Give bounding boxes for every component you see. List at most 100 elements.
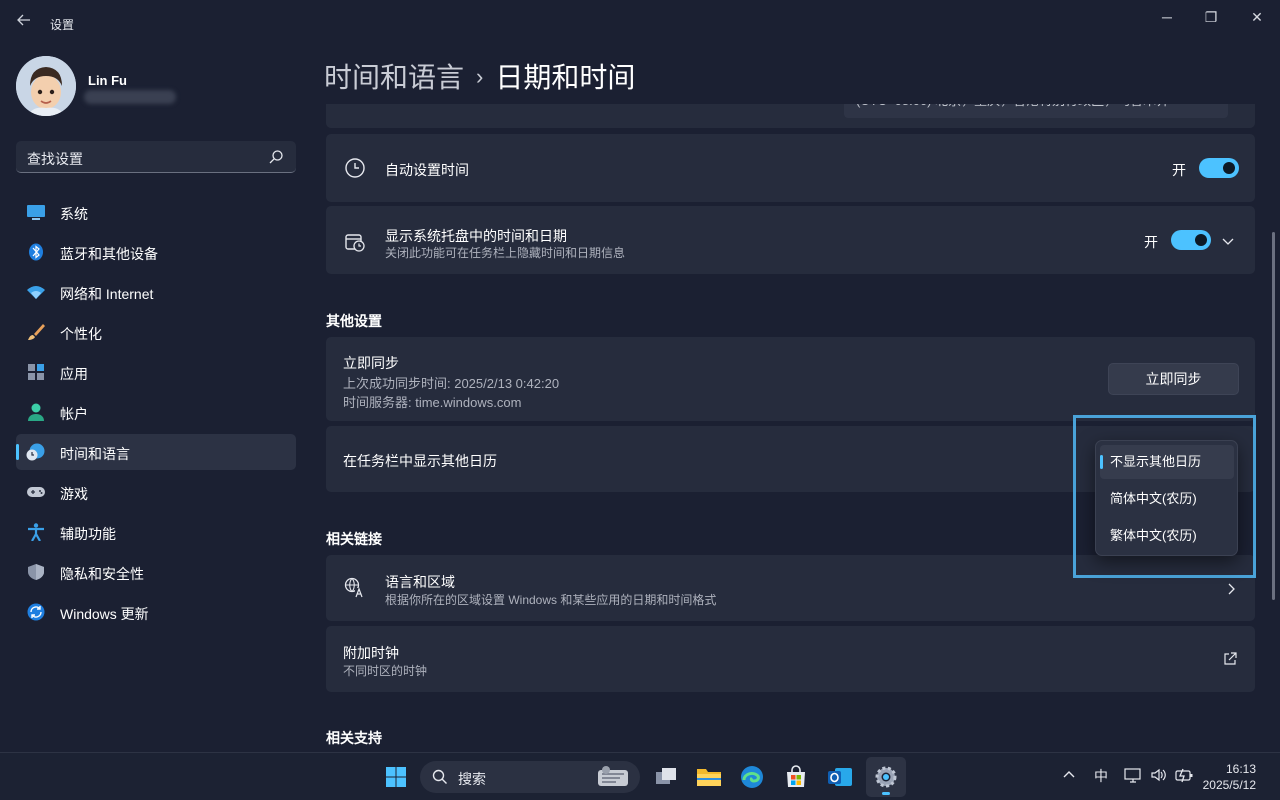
language-region-title: 语言和区域	[385, 574, 455, 590]
shield-icon	[26, 563, 46, 581]
update-icon	[26, 603, 46, 621]
search-highlight-icon	[594, 764, 634, 795]
additional-clocks-subtitle: 不同时区的时钟	[343, 664, 428, 678]
calendar-dropdown-menu[interactable]: 不显示其他日历 简体中文(农历) 繁体中文(农历)	[1095, 440, 1238, 556]
system-icon	[26, 203, 46, 221]
gamepad-icon	[26, 483, 46, 501]
outlook-icon[interactable]	[825, 762, 855, 792]
edge-browser-icon[interactable]	[737, 762, 767, 792]
ime-indicator[interactable]: 中	[1094, 766, 1108, 786]
calendar-title: 在任务栏中显示其他日历	[343, 453, 497, 469]
sidebar-item-gaming[interactable]: 游戏	[16, 474, 296, 510]
auto-time-toggle[interactable]	[1199, 158, 1239, 178]
taskbar-search-label: 搜索	[458, 771, 486, 787]
sidebar-item-system[interactable]: 系统	[16, 194, 296, 230]
calendar-clock-icon	[344, 231, 366, 253]
chevron-right-icon[interactable]	[1225, 582, 1237, 600]
sidebar-item-label: 系统	[60, 206, 88, 222]
sidebar-item-accessibility[interactable]: 辅助功能	[16, 514, 296, 550]
tray-time-state: 开	[1144, 234, 1158, 250]
sidebar-item-network[interactable]: 网络和 Internet	[16, 274, 296, 310]
sidebar-item-label: 个性化	[60, 326, 102, 342]
sidebar-item-label: 帐户	[60, 406, 88, 422]
brush-icon	[26, 323, 46, 341]
sync-now-button[interactable]: 立即同步	[1108, 363, 1239, 395]
close-button[interactable]: ✕	[1234, 6, 1280, 28]
microsoft-store-icon[interactable]	[781, 762, 811, 792]
sidebar-item-accounts[interactable]: 帐户	[16, 394, 296, 430]
tray-time-subtitle: 关闭此功能可在任务栏上隐藏时间和日期信息	[385, 246, 626, 260]
page-title: 日期和时间	[495, 62, 636, 93]
dropdown-option[interactable]: 不显示其他日历	[1100, 445, 1234, 479]
sidebar-item-label: Windows 更新	[60, 606, 149, 622]
taskbar: 搜索 中 16:13 2025/5/12	[0, 752, 1280, 800]
chevron-up-icon[interactable]	[1062, 767, 1076, 784]
sidebar-item-label: 游戏	[60, 486, 88, 502]
account-icon	[26, 403, 46, 421]
timezone-select[interactable]: (UTC+08:00) 北京，重庆，香港特别行政区，乌鲁木齐	[844, 104, 1228, 118]
app-title: 设置	[50, 18, 75, 32]
sidebar-item-bluetooth[interactable]: 蓝牙和其他设备	[16, 234, 296, 270]
volume-icon[interactable]	[1150, 767, 1168, 786]
auto-time-title: 自动设置时间	[385, 162, 469, 178]
breadcrumb: 时间和语言 › 日期和时间	[324, 56, 635, 96]
sidebar-item-personalization[interactable]: 个性化	[16, 314, 296, 350]
clock-icon	[344, 157, 366, 179]
related-links-heading: 相关链接	[326, 531, 382, 547]
sidebar-item-windows-update[interactable]: Windows 更新	[16, 594, 296, 630]
back-arrow-icon[interactable]	[12, 10, 36, 36]
sidebar-item-label: 网络和 Internet	[60, 286, 154, 302]
content-scrollbar[interactable]	[1272, 232, 1275, 600]
clock-time: 16:13	[1225, 762, 1256, 776]
sidebar-item-label: 辅助功能	[60, 526, 116, 542]
bluetooth-icon	[26, 243, 46, 261]
sidebar-item-privacy[interactable]: 隐私和安全性	[16, 554, 296, 590]
file-explorer-icon[interactable]	[694, 762, 724, 792]
apps-icon	[26, 363, 46, 381]
timezone-card: 时区 (UTC+08:00) 北京，重庆，香港特别行政区，乌鲁木齐	[326, 104, 1255, 128]
additional-clocks-title: 附加时钟	[343, 645, 399, 661]
windows-start-icon[interactable]	[381, 762, 411, 792]
sidebar-item-apps[interactable]: 应用	[16, 354, 296, 390]
tray-time-card[interactable]: 显示系统托盘中的时间和日期 关闭此功能可在任务栏上隐藏时间和日期信息 开	[326, 206, 1255, 274]
settings-gear-icon[interactable]	[871, 762, 901, 792]
chevron-down-icon[interactable]	[1222, 234, 1234, 252]
sync-title: 立即同步	[343, 355, 399, 371]
other-settings-heading: 其他设置	[326, 313, 382, 329]
last-sync-time: 上次成功同步时间: 2025/2/13 0:42:20	[343, 376, 560, 391]
language-icon	[344, 577, 366, 599]
time-server: 时间服务器: time.windows.com	[343, 395, 522, 410]
sidebar-item-label: 蓝牙和其他设备	[60, 246, 158, 262]
accessibility-icon	[26, 523, 46, 542]
auto-time-state: 开	[1172, 162, 1186, 178]
user-name: Lin Fu	[88, 73, 127, 88]
tray-time-toggle[interactable]	[1171, 230, 1211, 250]
task-view-icon[interactable]	[651, 762, 681, 792]
dropdown-option[interactable]: 简体中文(农历)	[1100, 482, 1234, 516]
dropdown-option[interactable]: 繁体中文(农历)	[1100, 519, 1234, 553]
settings-search-box[interactable]: 查找设置	[16, 141, 296, 173]
sidebar-item-label: 应用	[60, 366, 88, 382]
sidebar-item-label: 隐私和安全性	[60, 566, 144, 582]
battery-icon[interactable]	[1174, 767, 1194, 786]
breadcrumb-parent[interactable]: 时间和语言	[324, 62, 464, 93]
auto-time-card: 自动设置时间 开	[326, 134, 1255, 202]
sidebar-item-label: 时间和语言	[60, 446, 130, 462]
additional-clocks-card[interactable]: 附加时钟 不同时区的时钟	[326, 626, 1255, 692]
search-icon	[432, 769, 448, 790]
related-support-heading: 相关支持	[326, 730, 382, 746]
tray-time-title: 显示系统托盘中的时间和日期	[385, 228, 567, 244]
network-icon[interactable]	[1124, 767, 1142, 786]
avatar[interactable]	[16, 56, 76, 116]
taskbar-clock[interactable]: 16:13 2025/5/12	[1203, 761, 1256, 793]
search-icon[interactable]	[268, 149, 284, 165]
minimize-button[interactable]: ─	[1144, 6, 1190, 28]
taskbar-search-box[interactable]: 搜索	[420, 761, 640, 793]
language-region-subtitle: 根据你所在的区域设置 Windows 和某些应用的日期和时间格式	[385, 593, 717, 607]
time-language-icon	[26, 443, 46, 461]
search-placeholder: 查找设置	[27, 151, 83, 167]
external-link-icon[interactable]	[1223, 652, 1237, 671]
sidebar-item-time-language[interactable]: 时间和语言	[16, 434, 296, 470]
sidebar-nav: 系统 蓝牙和其他设备 网络和 Internet 个性化 应用 帐户 时间和语言 …	[16, 194, 296, 634]
maximize-button[interactable]: ❐	[1188, 6, 1234, 28]
